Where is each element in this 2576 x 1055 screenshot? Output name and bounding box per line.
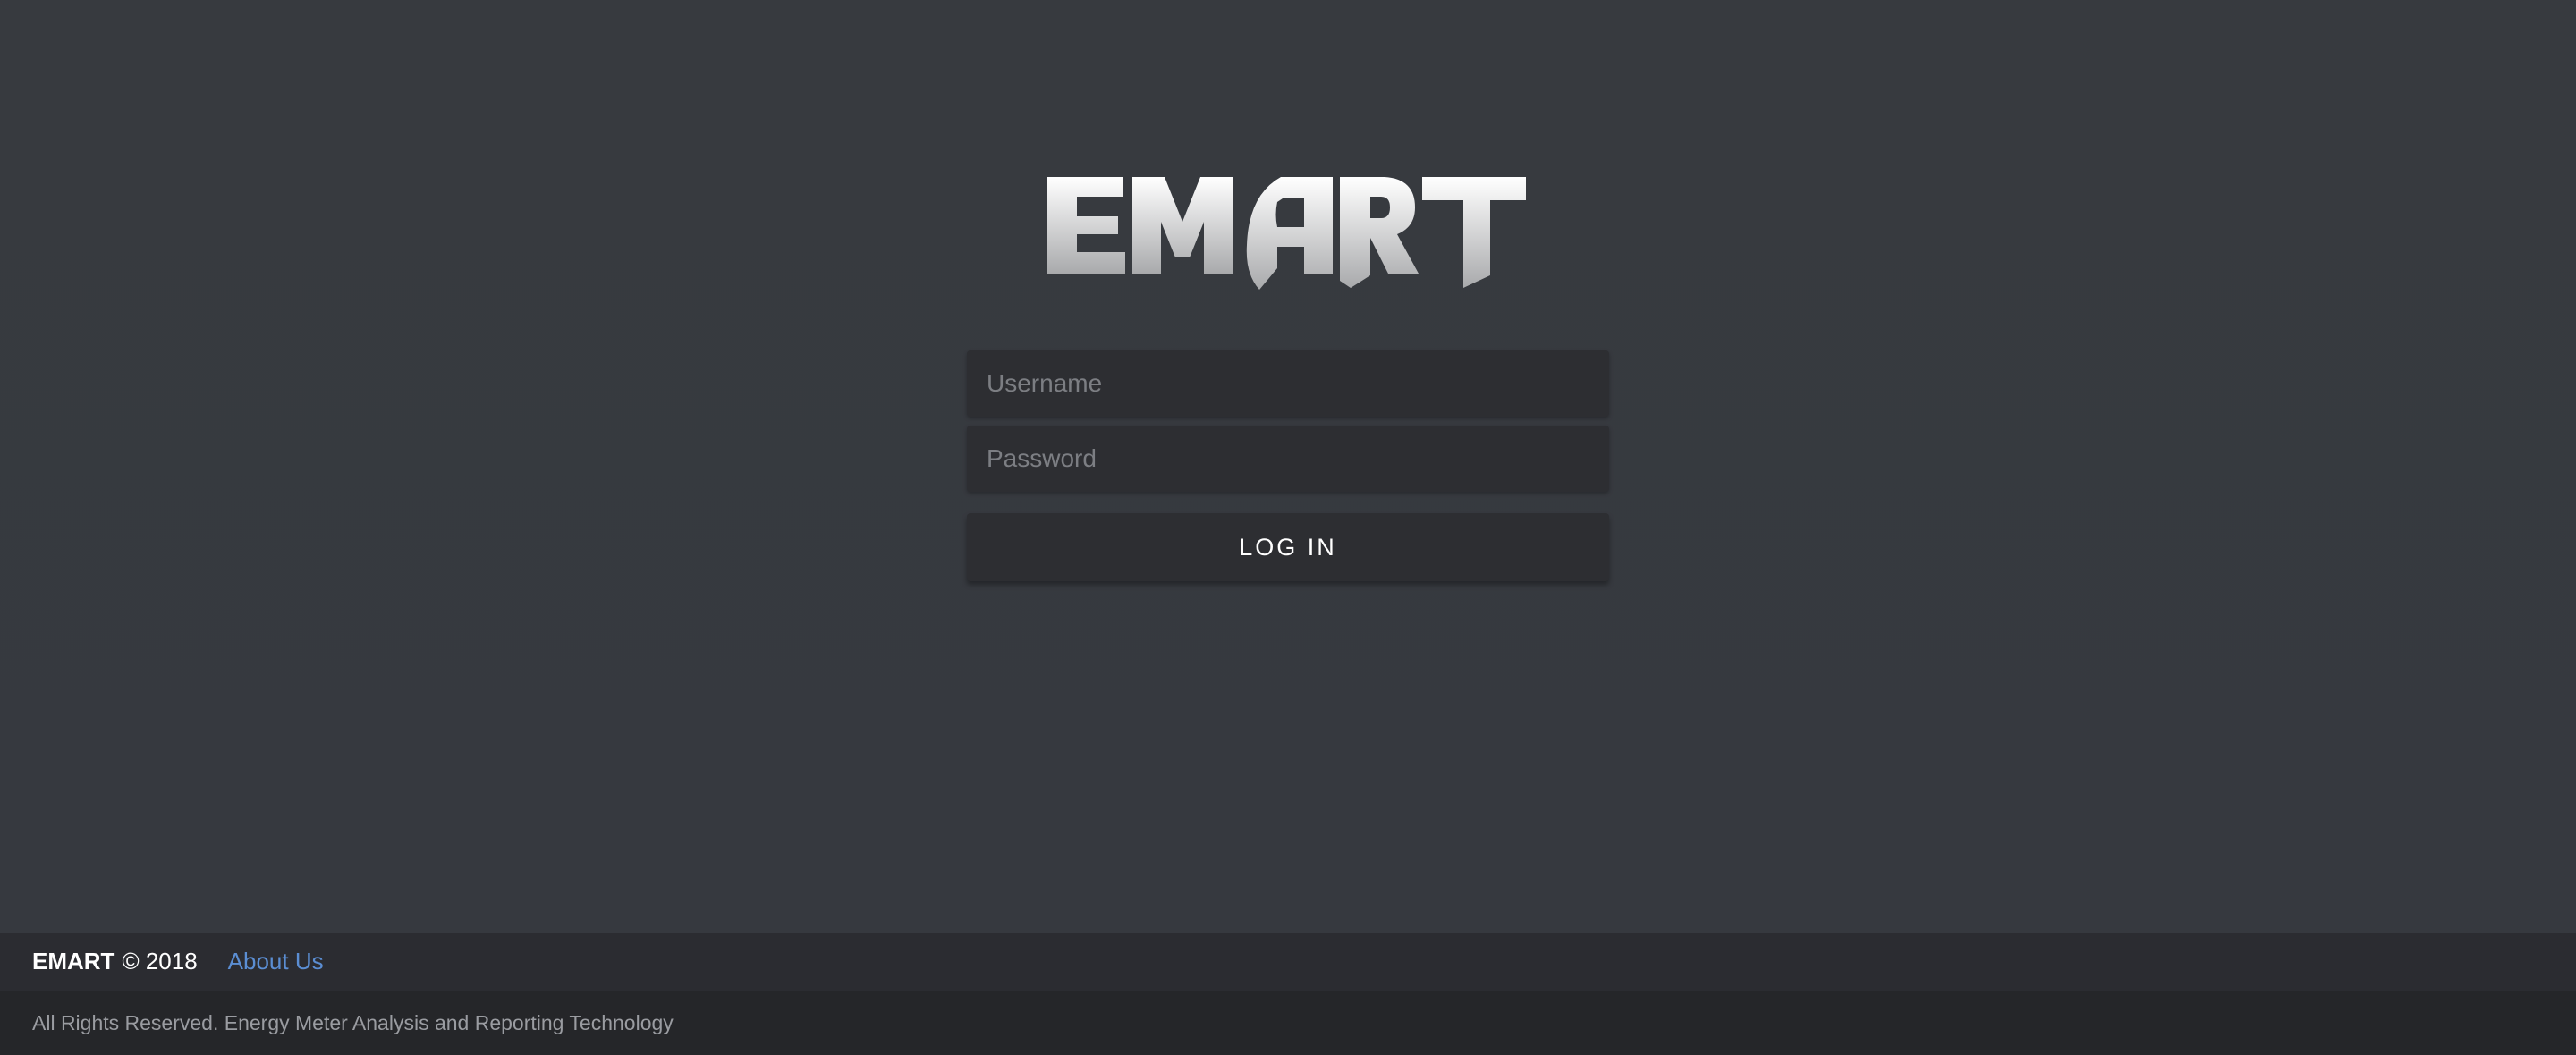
footer-rights-text: All Rights Reserved. Energy Meter Analys… — [32, 1010, 674, 1034]
footer-bottom: All Rights Reserved. Energy Meter Analys… — [0, 991, 2576, 1055]
footer-top: EMART © 2018 About Us — [0, 933, 2576, 991]
emart-logo-graphic — [1046, 177, 1526, 290]
about-us-link[interactable]: About Us — [228, 948, 324, 975]
login-form: LOG IN — [967, 350, 1609, 581]
footer-copyright: © 2018 — [122, 948, 198, 975]
footer-brand: EMART — [32, 948, 115, 975]
login-button[interactable]: LOG IN — [967, 513, 1609, 581]
password-input[interactable] — [967, 426, 1609, 492]
username-input[interactable] — [967, 350, 1609, 417]
emart-logo — [1046, 175, 1530, 295]
login-page: LOG IN — [0, 0, 2576, 933]
